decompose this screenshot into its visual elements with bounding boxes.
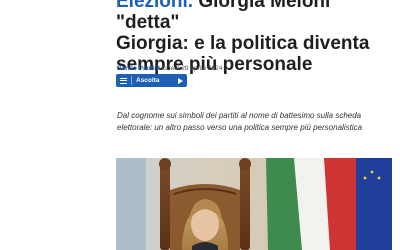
headline-line-2: Giorgia: e la politica diventa — [116, 33, 370, 54]
menu-icon — [120, 77, 127, 84]
play-icon[interactable] — [178, 77, 183, 84]
article-headline: Elezioni. Giorgia Meloni "detta" Giorgia… — [116, 0, 396, 75]
publish-date: lunedì 29 aprile 2024 — [161, 65, 223, 72]
article-photo — [116, 158, 392, 250]
article-summary: Dal cognome sui simboli dei partiti al n… — [117, 111, 363, 132]
author-link[interactable]: Danilo Paolini — [117, 65, 160, 72]
headline-kicker: Elezioni. — [116, 0, 194, 12]
byline: Danilo Paolini lunedì 29 aprile 2024 — [117, 65, 223, 72]
listen-button[interactable]: Ascolta — [116, 74, 187, 87]
listen-label: Ascolta — [136, 77, 160, 84]
photo-illustration — [116, 158, 392, 250]
separator — [131, 76, 132, 85]
